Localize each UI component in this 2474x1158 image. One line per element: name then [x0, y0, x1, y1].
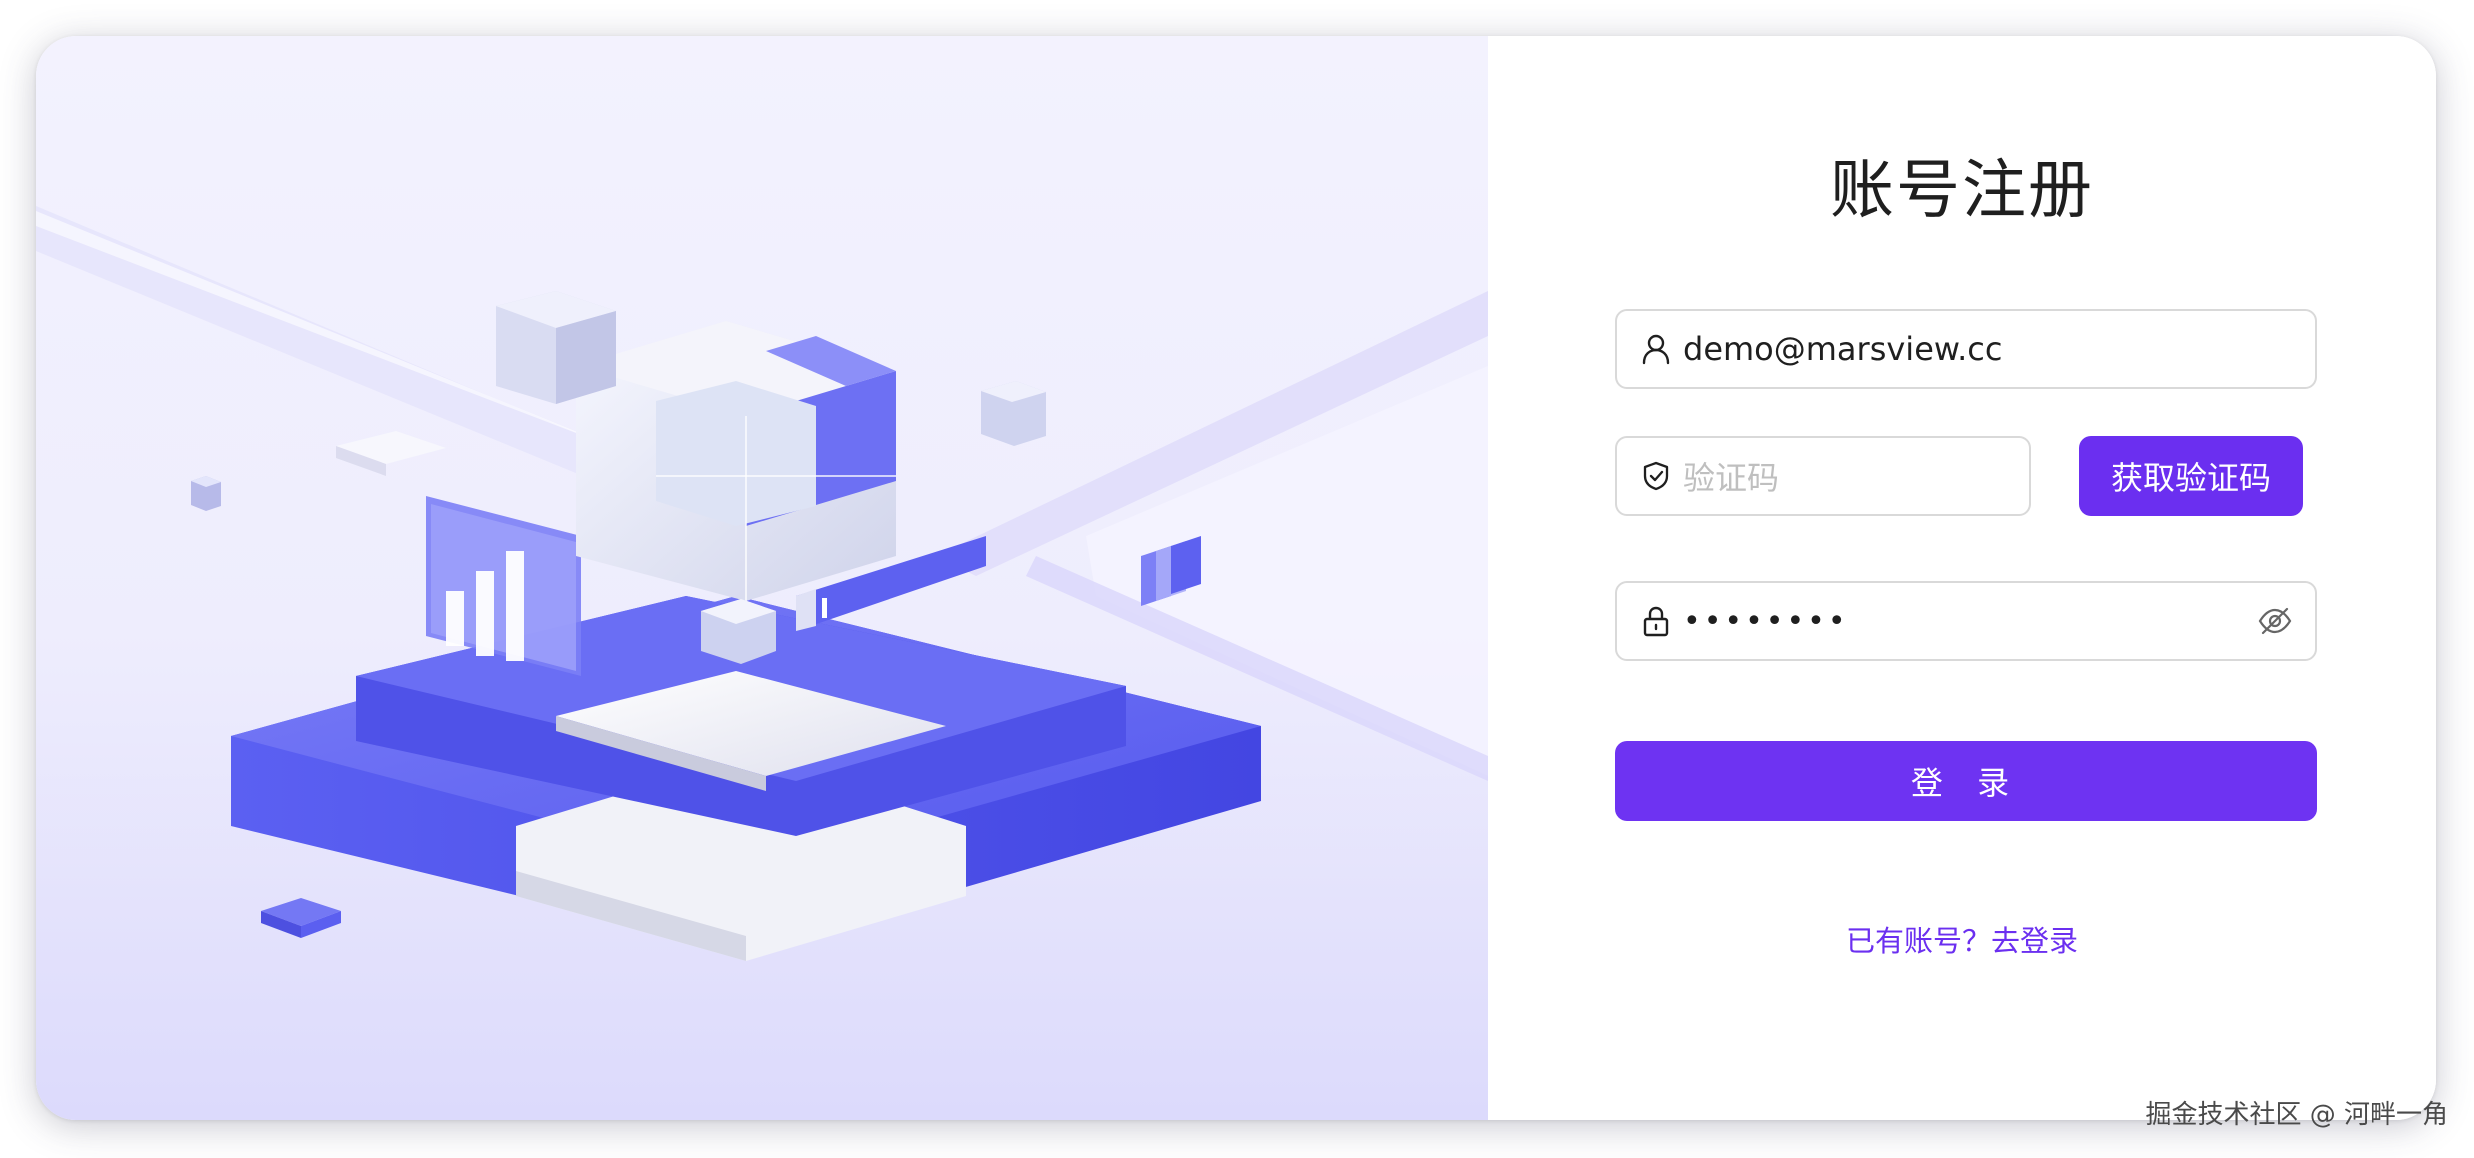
register-form-panel: 账号注册 demo@marsview.cc 验证码 获取验证码 ••••••••… — [1488, 36, 2436, 1120]
watermark: 掘金技术社区 @ 河畔一角 — [2145, 1100, 2448, 1130]
isometric-cubes-illustration — [36, 36, 1488, 1120]
get-code-button[interactable]: 获取验证码 — [2079, 436, 2303, 516]
verification-code-placeholder: 验证码 — [1683, 459, 1780, 497]
email-field[interactable]: demo@marsview.cc — [1615, 309, 2317, 389]
user-icon — [1639, 332, 1673, 366]
password-field[interactable]: •••••••• — [1615, 581, 2317, 661]
page-title: 账号注册 — [1830, 154, 2094, 228]
verification-code-field[interactable]: 验证码 — [1615, 436, 2031, 516]
login-window: 账号注册 demo@marsview.cc 验证码 获取验证码 ••••••••… — [36, 36, 2436, 1120]
eye-invisible-icon[interactable] — [2257, 603, 2293, 639]
hero-illustration — [36, 36, 1488, 1120]
go-login-link[interactable]: 已有账号？去登录 — [1488, 918, 2436, 960]
submit-button[interactable]: 登 录 — [1615, 741, 2317, 821]
shield-check-icon — [1639, 459, 1673, 493]
lock-icon — [1639, 604, 1673, 638]
email-value: demo@marsview.cc — [1683, 330, 2003, 368]
password-value: •••••••• — [1683, 603, 1849, 639]
